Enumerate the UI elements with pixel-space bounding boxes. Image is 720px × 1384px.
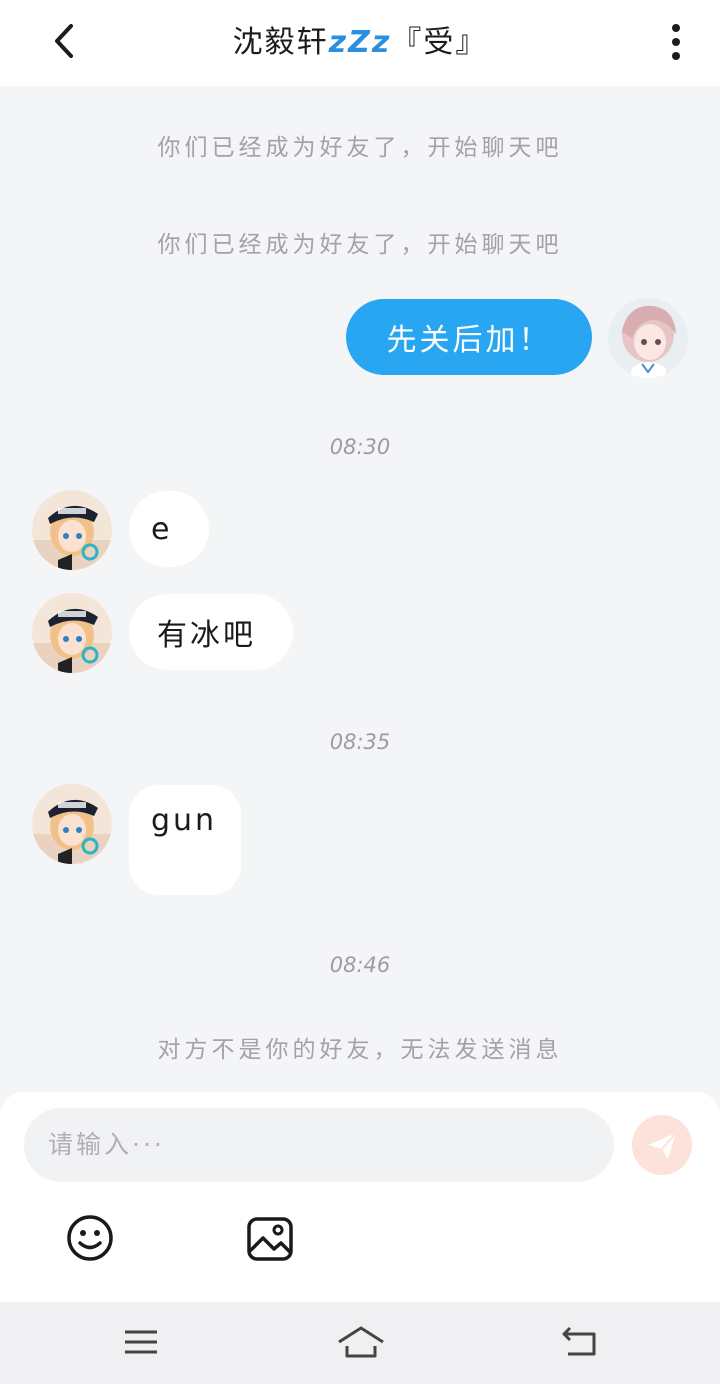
system-nav-bar: [0, 1302, 720, 1384]
chat-header: 沈毅轩zZz『受』: [0, 0, 720, 86]
girl-avatar-image: [608, 298, 688, 378]
nav-menu-button[interactable]: [119, 1322, 163, 1362]
incoming-message-bubble[interactable]: 有冰吧: [129, 594, 293, 670]
sleep-emoji: zZz: [328, 25, 392, 60]
boy-avatar-image: [32, 593, 112, 673]
outgoing-message-bubble[interactable]: 先关后加！: [346, 299, 592, 375]
system-message: 你们已经成为好友了，开始聊天吧: [157, 135, 563, 161]
image-button[interactable]: [244, 1214, 296, 1264]
timestamp: 08:30: [329, 435, 391, 459]
my-avatar[interactable]: [608, 298, 688, 378]
nav-back-button[interactable]: [558, 1322, 602, 1362]
back-button[interactable]: [40, 16, 90, 66]
more-vertical-icon: [672, 24, 680, 60]
more-button[interactable]: [656, 18, 696, 68]
message-input[interactable]: 请输入···: [24, 1108, 614, 1182]
timestamp: 08:35: [329, 730, 391, 754]
message-composer: 请输入···: [0, 1092, 720, 1302]
chat-title: 沈毅轩zZz『受』: [110, 0, 610, 86]
timestamp: 08:46: [329, 953, 391, 977]
image-icon: [247, 1217, 293, 1261]
chevron-left-icon: [55, 24, 73, 58]
boy-avatar-image: [32, 490, 112, 570]
emoji-button[interactable]: [64, 1212, 116, 1264]
contact-name: 沈毅轩: [232, 25, 329, 60]
incoming-message-bubble[interactable]: gun: [129, 785, 241, 895]
smiley-icon: [67, 1215, 113, 1261]
menu-icon: [125, 1330, 157, 1354]
home-icon: [338, 1326, 384, 1358]
send-icon: [648, 1132, 677, 1159]
not-friend-notice: 对方不是你的好友，无法发送消息: [157, 1037, 563, 1063]
contact-avatar[interactable]: [32, 784, 112, 864]
nav-home-button[interactable]: [336, 1322, 386, 1362]
contact-avatar[interactable]: [32, 490, 112, 570]
boy-avatar-image: [32, 784, 112, 864]
system-message: 你们已经成为好友了，开始聊天吧: [157, 232, 563, 258]
incoming-message-bubble[interactable]: e: [129, 491, 209, 567]
contact-avatar[interactable]: [32, 593, 112, 673]
return-icon: [562, 1326, 596, 1356]
contact-tag: 『受』: [391, 25, 488, 60]
send-button[interactable]: [632, 1115, 692, 1175]
